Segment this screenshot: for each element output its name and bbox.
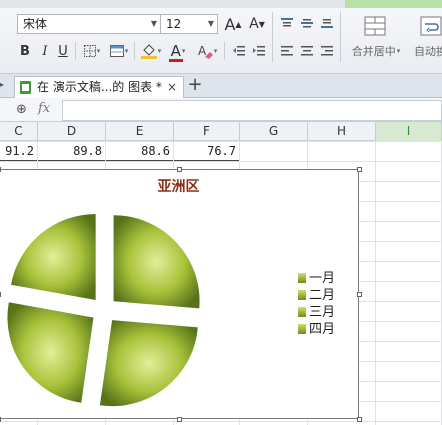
- fill-color-button[interactable]: ▾: [138, 40, 164, 62]
- paint-bucket-icon: [140, 44, 157, 59]
- document-tab-bar: ▸ 在 演示文稿...的 图表 * × +: [0, 74, 442, 98]
- ribbon-toolbar: 宋体 ▼ 12 ▼ A ▲ A ▼ B I U ▾ ▾ ▾ A ▾ A ▾ 合并…: [0, 0, 442, 74]
- wrap-text-label: 自动换: [414, 45, 442, 58]
- divider: [134, 42, 135, 60]
- formula-bar: ⊕ fx: [0, 98, 442, 122]
- cell-value[interactable]: 91.2: [0, 141, 34, 161]
- svg-text:A: A: [198, 44, 207, 58]
- shrink-font-icon: A: [249, 16, 259, 32]
- cell-format-button[interactable]: ▾: [106, 42, 132, 60]
- align-bottom-icon[interactable]: [318, 14, 336, 32]
- chevron-down-icon: ▼: [207, 19, 214, 28]
- pie-slice-3[interactable]: [7, 302, 94, 403]
- legend-label: 一月: [309, 271, 336, 286]
- column-header-h[interactable]: H: [308, 122, 376, 141]
- wrap-text-button[interactable]: 自动换: [414, 42, 442, 60]
- indent-decrease-icon[interactable]: [230, 42, 248, 60]
- divider: [272, 12, 273, 62]
- formula-input[interactable]: [62, 100, 442, 121]
- eraser-icon: A: [198, 44, 213, 59]
- legend-item: 二月: [298, 287, 335, 304]
- chevron-right-icon[interactable]: ▸: [0, 80, 6, 90]
- legend-label: 二月: [309, 288, 336, 303]
- resize-handle[interactable]: [176, 167, 182, 172]
- close-icon[interactable]: ×: [167, 77, 177, 97]
- borders-icon: [83, 45, 96, 57]
- font-size-select[interactable]: 12 ▼: [160, 14, 218, 34]
- legend-swatch: [298, 324, 306, 334]
- table-style-icon: [109, 45, 124, 57]
- pie-slice-2[interactable]: [99, 320, 198, 407]
- merge-center-label: 合并居中: [351, 45, 396, 58]
- font-color-button[interactable]: A ▾: [166, 40, 190, 62]
- legend-label: 三月: [309, 305, 336, 320]
- legend-swatch: [298, 290, 306, 300]
- font-size-value: 12: [166, 17, 182, 31]
- resize-handle[interactable]: [176, 417, 182, 422]
- grow-font-icon: A: [224, 14, 236, 34]
- legend-item: 三月: [298, 304, 335, 321]
- indent-increase-icon[interactable]: [250, 42, 268, 60]
- add-tab-button[interactable]: +: [186, 75, 204, 97]
- column-header-g[interactable]: G: [240, 122, 308, 141]
- font-name-select[interactable]: 宋体 ▼: [17, 14, 161, 34]
- resize-handle[interactable]: [357, 167, 362, 172]
- legend-swatch: [298, 273, 306, 283]
- divider: [224, 42, 225, 60]
- merge-center-icon[interactable]: [360, 12, 390, 40]
- resize-handle[interactable]: [357, 417, 362, 422]
- grow-font-button[interactable]: A ▲: [222, 13, 244, 35]
- legend-swatch: [298, 307, 306, 317]
- chart-legend: 一月 二月 三月 四月: [298, 270, 335, 338]
- cell-value[interactable]: 88.6: [106, 141, 170, 161]
- align-left-icon[interactable]: [278, 42, 296, 60]
- clear-format-button[interactable]: A ▾: [194, 40, 220, 62]
- bold-button[interactable]: B: [17, 42, 33, 60]
- resize-handle[interactable]: [357, 292, 362, 297]
- column-header-i[interactable]: I: [376, 122, 442, 141]
- align-center-icon[interactable]: [298, 42, 316, 60]
- column-header-e[interactable]: E: [106, 122, 174, 141]
- document-tab[interactable]: 在 演示文稿...的 图表 * ×: [14, 76, 184, 98]
- shrink-font-button[interactable]: A ▼: [246, 13, 268, 35]
- italic-button[interactable]: I: [37, 42, 53, 60]
- divider: [75, 42, 76, 60]
- column-header-d[interactable]: D: [38, 122, 106, 141]
- wrap-text-icon[interactable]: [418, 12, 442, 40]
- chevron-down-icon: ▼: [150, 19, 157, 28]
- grid-line: [375, 141, 376, 425]
- legend-item: 一月: [298, 270, 335, 287]
- column-header-c[interactable]: C: [0, 122, 38, 141]
- borders-button[interactable]: ▾: [80, 42, 104, 60]
- legend-label: 四月: [309, 322, 336, 337]
- resize-handle[interactable]: [0, 292, 1, 297]
- active-ribbon-tab-indicator: [345, 0, 442, 8]
- divider: [340, 12, 341, 62]
- resize-handle[interactable]: [0, 417, 1, 422]
- resize-handle[interactable]: [0, 167, 1, 172]
- pie-slice-1[interactable]: [113, 215, 200, 309]
- pie-slice-4[interactable]: [11, 214, 96, 301]
- merge-center-button[interactable]: 合并居中 ▾: [344, 42, 408, 60]
- fx-icon[interactable]: fx: [38, 101, 50, 116]
- underline-button[interactable]: U: [55, 42, 71, 60]
- column-headers: CDEFGHI: [0, 122, 442, 141]
- pie-chart[interactable]: 亚洲区 一月 二月 三月 四月: [0, 167, 362, 422]
- font-name-value: 宋体: [23, 17, 48, 31]
- zoom-icon[interactable]: ⊕: [16, 102, 27, 117]
- legend-item: 四月: [298, 321, 335, 338]
- document-tab-label: 在 演示文稿...的 图表 *: [37, 80, 162, 94]
- font-color-icon: A: [170, 42, 181, 60]
- align-right-icon[interactable]: [318, 42, 336, 60]
- column-header-f[interactable]: F: [174, 122, 240, 141]
- align-middle-icon[interactable]: [298, 14, 316, 32]
- spreadsheet-icon: [20, 81, 31, 94]
- cell-value[interactable]: 89.8: [38, 141, 102, 161]
- cell-value[interactable]: 76.7: [174, 141, 236, 161]
- align-top-icon[interactable]: [278, 14, 296, 32]
